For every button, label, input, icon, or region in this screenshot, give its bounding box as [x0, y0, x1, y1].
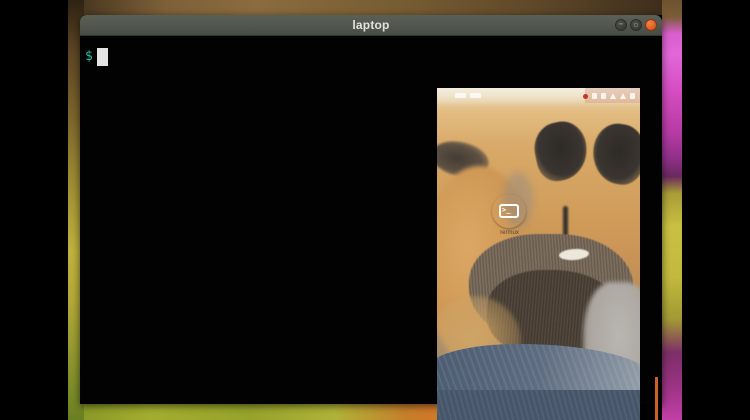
window-title: laptop — [80, 18, 662, 32]
vibrate-icon — [601, 93, 606, 99]
battery-icon — [630, 93, 635, 99]
wallpaper-top-strip — [84, 0, 662, 15]
alarm-icon — [592, 93, 597, 99]
status-right-icons — [583, 93, 635, 99]
status-left-icons — [455, 93, 481, 98]
window-edge-shadow — [640, 404, 662, 420]
android-status-bar — [437, 88, 640, 105]
blanket-fabric-dark — [437, 390, 640, 420]
termux-app-icon[interactable]: >_ — [492, 194, 526, 228]
wallpaper-right-strip — [662, 0, 682, 420]
wifi-icon — [610, 93, 616, 99]
terminal-cursor — [97, 48, 108, 66]
prompt-glyph-icon: >_ — [502, 206, 510, 214]
signal-icon — [620, 93, 626, 99]
window-titlebar[interactable]: laptop − ▢ — [80, 15, 662, 36]
record-dot-icon — [583, 94, 588, 99]
window-controls: − ▢ — [615, 19, 657, 31]
maximize-icon: ▢ — [631, 20, 641, 31]
close-button[interactable] — [645, 19, 657, 31]
minimize-icon: − — [616, 20, 626, 30]
shell-prompt: $ — [85, 49, 93, 64]
carrier-icon — [455, 93, 466, 98]
phone-mirror-window[interactable]: >_ Termux — [437, 88, 640, 420]
minimize-button[interactable]: − — [615, 19, 627, 31]
screen: laptop − ▢ $ — [0, 0, 750, 420]
network-icon — [470, 93, 481, 98]
wallpaper-orange-stem — [655, 377, 658, 420]
maximize-button[interactable]: ▢ — [630, 19, 642, 31]
app-icon-label: Termux — [477, 230, 541, 236]
